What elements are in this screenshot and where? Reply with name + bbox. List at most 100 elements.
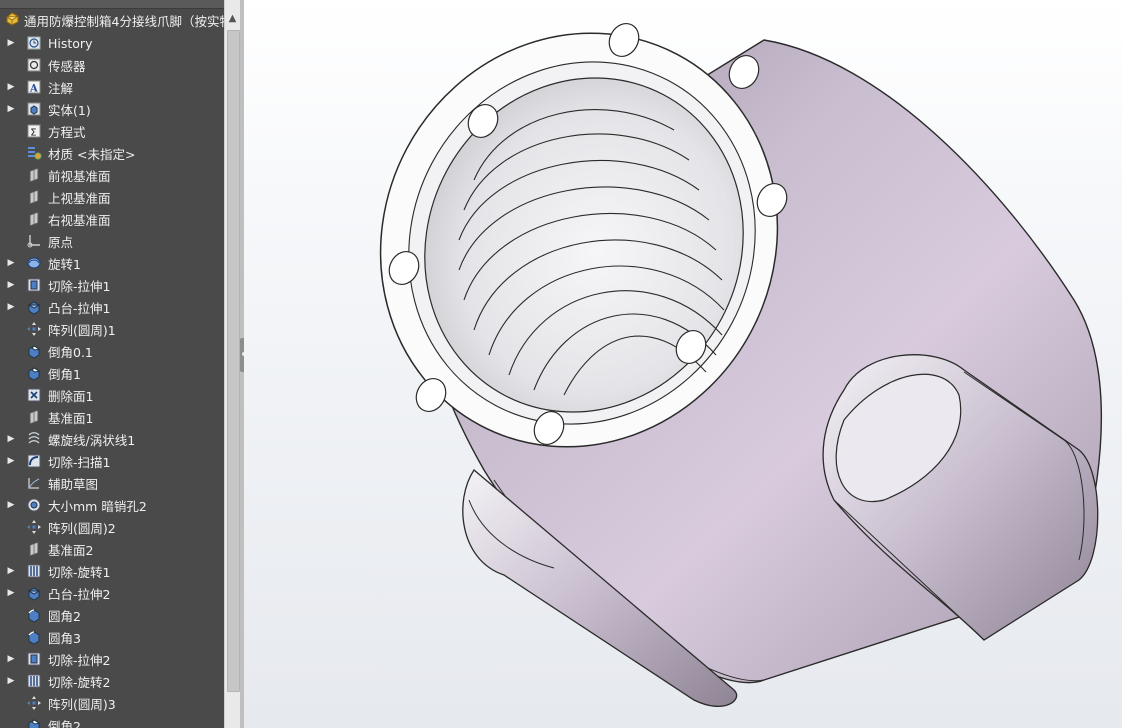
revolve-icon xyxy=(26,255,42,271)
tree-root-part[interactable]: 通用防爆控制箱4分接线爪脚（按实物 xyxy=(0,9,224,31)
tree-item[interactable]: 右视基准面 xyxy=(0,208,224,230)
material-icon xyxy=(26,145,42,161)
tree-item[interactable]: 传感器 xyxy=(0,54,224,76)
tree-item[interactable]: 倒角1 xyxy=(0,362,224,384)
tree-item[interactable]: 圆角3 xyxy=(0,626,224,648)
tree-item[interactable]: ▶ 螺旋线/涡状线1 xyxy=(0,428,224,450)
tree-item-label: 圆角3 xyxy=(48,630,81,646)
hole-wizard-icon xyxy=(26,497,42,513)
tree-item-label: 凸台-拉伸2 xyxy=(48,586,111,602)
expand-arrow-icon[interactable]: ▶ xyxy=(1,82,21,92)
tree-item-label: 圆角2 xyxy=(48,608,81,624)
expand-arrow-icon[interactable]: ▶ xyxy=(1,434,21,444)
tree-item[interactable]: 前视基准面 xyxy=(0,164,224,186)
expand-arrow-icon[interactable]: ▶ xyxy=(1,302,21,312)
chamfer-icon xyxy=(26,717,42,728)
equation-icon: Σ xyxy=(26,123,42,139)
tree-item[interactable]: ▶ 切除-旋转2 xyxy=(0,670,224,692)
tree-item[interactable]: 阵列(圆周)1 xyxy=(0,318,224,340)
tree-item-label: 删除面1 xyxy=(48,388,94,404)
sketch-icon xyxy=(26,475,42,491)
tree-item[interactable]: Σ 方程式 xyxy=(0,120,224,142)
tree-item-label: 切除-旋转1 xyxy=(48,564,111,580)
tree-item-label: 倒角1 xyxy=(48,366,81,382)
tree-item-label: 原点 xyxy=(48,234,74,250)
part-icon xyxy=(4,11,20,30)
expand-arrow-icon[interactable]: ▶ xyxy=(1,654,21,664)
tree-item-label: 基准面2 xyxy=(48,542,94,558)
expand-arrow-icon[interactable]: ▶ xyxy=(1,566,21,576)
tree-item[interactable]: 材质 <未指定> xyxy=(0,142,224,164)
scroll-thumb[interactable] xyxy=(227,30,240,692)
tree-item[interactable]: ▶ 凸台-拉伸1 xyxy=(0,296,224,318)
tree-item-label: 阵列(圆周)2 xyxy=(48,520,116,536)
tree-item-label: 阵列(圆周)3 xyxy=(48,696,116,712)
tree-item[interactable]: ▶ 切除-旋转1 xyxy=(0,560,224,582)
circular-pattern-icon xyxy=(26,519,42,535)
tree-item[interactable]: 倒角2 xyxy=(0,714,224,728)
expand-arrow-icon[interactable]: ▶ xyxy=(1,676,21,686)
tree-item[interactable]: 删除面1 xyxy=(0,384,224,406)
tree-item[interactable]: ▶ 旋转1 xyxy=(0,252,224,274)
tree-item-label: 材质 <未指定> xyxy=(48,146,136,162)
tree-item[interactable]: 辅助草图 xyxy=(0,472,224,494)
tree-item-label: 注解 xyxy=(48,80,74,96)
tree-item[interactable]: 原点 xyxy=(0,230,224,252)
expand-arrow-icon[interactable]: ▶ xyxy=(1,258,21,268)
tree-item-label: 上视基准面 xyxy=(48,190,111,206)
tree-item[interactable]: 阵列(圆周)3 xyxy=(0,692,224,714)
cut-extrude-icon xyxy=(26,651,42,667)
tree-item-label: 阵列(圆周)1 xyxy=(48,322,116,338)
tree-item[interactable]: ▶ 凸台-拉伸2 xyxy=(0,582,224,604)
scroll-up-arrow-icon[interactable]: ▲ xyxy=(225,10,240,26)
solid-body-icon xyxy=(26,101,42,117)
expand-arrow-icon[interactable]: ▶ xyxy=(1,38,21,48)
tree-item-label: 前视基准面 xyxy=(48,168,111,184)
tree-item[interactable]: 倒角0.1 xyxy=(0,340,224,362)
tree-item-label: 切除-旋转2 xyxy=(48,674,111,690)
tree-item[interactable]: ▶ 切除-扫描1 xyxy=(0,450,224,472)
expand-arrow-icon[interactable]: ▶ xyxy=(1,588,21,598)
tree-item-label: 切除-拉伸2 xyxy=(48,652,111,668)
cut-extrude-icon xyxy=(26,277,42,293)
tree-item[interactable]: ▶ 实体(1) xyxy=(0,98,224,120)
tree-item-label: 辅助草图 xyxy=(48,476,99,492)
history-icon xyxy=(26,35,42,51)
tree-item[interactable]: ▶ History xyxy=(0,32,224,54)
fillet-icon xyxy=(26,629,42,645)
tree-root-label: 通用防爆控制箱4分接线爪脚（按实物 xyxy=(24,13,224,29)
expand-arrow-icon[interactable]: ▶ xyxy=(1,456,21,466)
circular-pattern-icon xyxy=(26,321,42,337)
plane-icon xyxy=(26,409,42,425)
expand-arrow-icon[interactable]: ▶ xyxy=(1,500,21,510)
chamfer-icon xyxy=(26,365,42,381)
annotation-icon: A xyxy=(26,79,42,95)
tree-item[interactable]: 圆角2 xyxy=(0,604,224,626)
expand-arrow-icon[interactable]: ▶ xyxy=(1,280,21,290)
tree-item[interactable]: ▶ 切除-拉伸2 xyxy=(0,648,224,670)
tree-item-label: 大小mm 暗销孔2 xyxy=(48,498,147,514)
tree-item[interactable]: ▶ 大小mm 暗销孔2 xyxy=(0,494,224,516)
sensor-icon xyxy=(26,57,42,73)
tree-item[interactable]: ▶ 切除-拉伸1 xyxy=(0,274,224,296)
fillet-icon xyxy=(26,607,42,623)
tree-item-label: 切除-拉伸1 xyxy=(48,278,111,294)
tree-item[interactable]: 上视基准面 xyxy=(0,186,224,208)
tree-item[interactable]: 基准面1 xyxy=(0,406,224,428)
graphics-viewport[interactable] xyxy=(244,0,1122,728)
tree-item[interactable]: ▶ A 注解 xyxy=(0,76,224,98)
cut-revolve-icon xyxy=(26,673,42,689)
tree-item-label: 基准面1 xyxy=(48,410,94,426)
tree-item[interactable]: 基准面2 xyxy=(0,538,224,560)
helix-icon xyxy=(26,431,42,447)
delete-face-icon xyxy=(26,387,42,403)
boss-extrude-icon xyxy=(26,585,42,601)
plane-icon xyxy=(26,541,42,557)
expand-arrow-icon[interactable]: ▶ xyxy=(1,104,21,114)
tree-item-label: 方程式 xyxy=(48,124,86,140)
tree-item-label: History xyxy=(48,35,93,51)
svg-text:Σ: Σ xyxy=(30,128,36,139)
circular-pattern-icon xyxy=(26,695,42,711)
tree-item[interactable]: 阵列(圆周)2 xyxy=(0,516,224,538)
tree-scrollbar[interactable]: ▲ xyxy=(224,0,241,728)
